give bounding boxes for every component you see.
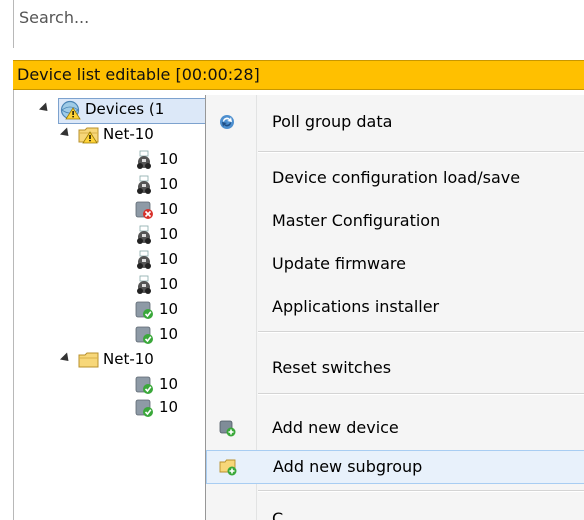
menu-item-add-new-subgroup[interactable]: Add new subgroup	[206, 450, 584, 484]
wireless-device-icon	[137, 150, 151, 169]
search-box[interactable]	[13, 0, 584, 48]
menu-item-label: Add new device	[272, 418, 399, 437]
tree-node-devices-root[interactable]: Devices (1	[14, 98, 209, 122]
edit-status-text: Device list editable [00:00:28]	[17, 65, 260, 84]
tree-node-device[interactable]: 10	[14, 223, 209, 247]
menu-item-label: Reset switches	[272, 358, 392, 377]
search-border	[13, 0, 14, 48]
add-folder-icon	[219, 459, 237, 476]
expand-arrow-icon[interactable]	[59, 352, 73, 365]
device-ok-icon	[135, 376, 153, 394]
tree-node-device[interactable]: 10	[14, 396, 209, 420]
tree-node-device[interactable]: 10	[14, 248, 209, 272]
menu-item-master-configuration[interactable]: Master Configuration	[206, 204, 584, 238]
tree-device-label: 10	[159, 325, 179, 343]
expand-arrow-icon[interactable]	[59, 127, 73, 140]
menu-item-reset-switches[interactable]: Reset switches	[206, 351, 584, 385]
menu-item-label: Applications installer	[272, 297, 440, 316]
menu-separator-highlight	[258, 491, 584, 492]
wireless-device-icon	[137, 175, 151, 194]
menu-separator-highlight	[258, 332, 584, 333]
device-ok-icon	[135, 326, 153, 344]
tree-node-device[interactable]: 10	[14, 323, 209, 347]
menu-item-label: Poll group data	[272, 112, 393, 131]
tree-root-label: Devices (1	[85, 100, 165, 118]
tree-node-device[interactable]: 10	[14, 173, 209, 197]
tree-device-label: 10	[159, 250, 179, 268]
device-error-icon	[135, 201, 153, 219]
tree-device-label: 10	[159, 275, 179, 293]
menu-item-partial[interactable]: C	[206, 505, 584, 520]
wireless-device-icon	[137, 250, 151, 269]
tree-device-label: 10	[159, 150, 179, 168]
context-menu: Poll group data Device configuration loa…	[205, 95, 584, 520]
edit-status-bar: Device list editable [00:00:28]	[13, 60, 584, 90]
tree-device-label: 10	[159, 375, 179, 393]
menu-item-update-firmware[interactable]: Update firmware	[206, 247, 584, 281]
menu-item-label: C	[272, 509, 284, 520]
menu-item-label: Master Configuration	[272, 211, 441, 230]
device-ok-icon	[135, 301, 153, 319]
search-input[interactable]	[15, 3, 583, 31]
menu-item-poll-group-data[interactable]: Poll group data	[206, 105, 584, 139]
device-ok-icon	[135, 399, 153, 417]
menu-separator-highlight	[258, 394, 584, 395]
tree-device-label: 10	[159, 200, 179, 218]
menu-item-label: Add new subgroup	[273, 457, 423, 476]
menu-item-device-configuration[interactable]: Device configuration load/save	[206, 161, 584, 195]
tree-device-label: 10	[159, 300, 179, 318]
tree-node-device[interactable]: 10	[14, 148, 209, 172]
device-tree[interactable]: Devices (1 Net-10 10 10 10 10 10 10 10 1…	[14, 90, 209, 520]
wireless-device-icon	[137, 225, 151, 244]
menu-item-label: Device configuration load/save	[272, 168, 521, 187]
tree-node-device[interactable]: 10	[14, 373, 209, 397]
tree-group-label: Net-10	[103, 125, 154, 143]
menu-item-applications-installer[interactable]: Applications installer	[206, 290, 584, 324]
menu-item-add-new-device[interactable]: Add new device	[206, 411, 584, 445]
tree-node-group[interactable]: Net-10	[14, 123, 209, 147]
tree-node-device[interactable]: 10	[14, 198, 209, 222]
tree-device-label: 10	[159, 175, 179, 193]
tree-device-label: 10	[159, 225, 179, 243]
menu-separator-highlight	[258, 152, 584, 153]
folder-warning-icon	[78, 127, 99, 144]
tree-node-group[interactable]: Net-10	[14, 348, 209, 372]
tree-group-label: Net-10	[103, 350, 154, 368]
expand-arrow-icon[interactable]	[38, 102, 52, 115]
tree-device-label: 10	[159, 398, 179, 416]
network-globe-warning-icon	[60, 100, 81, 120]
wireless-device-icon	[137, 275, 151, 294]
refresh-icon	[220, 115, 234, 129]
folder-icon	[78, 352, 99, 368]
menu-item-label: Update firmware	[272, 254, 406, 273]
add-device-icon	[219, 420, 236, 437]
tree-node-device[interactable]: 10	[14, 273, 209, 297]
tree-node-device[interactable]: 10	[14, 298, 209, 322]
